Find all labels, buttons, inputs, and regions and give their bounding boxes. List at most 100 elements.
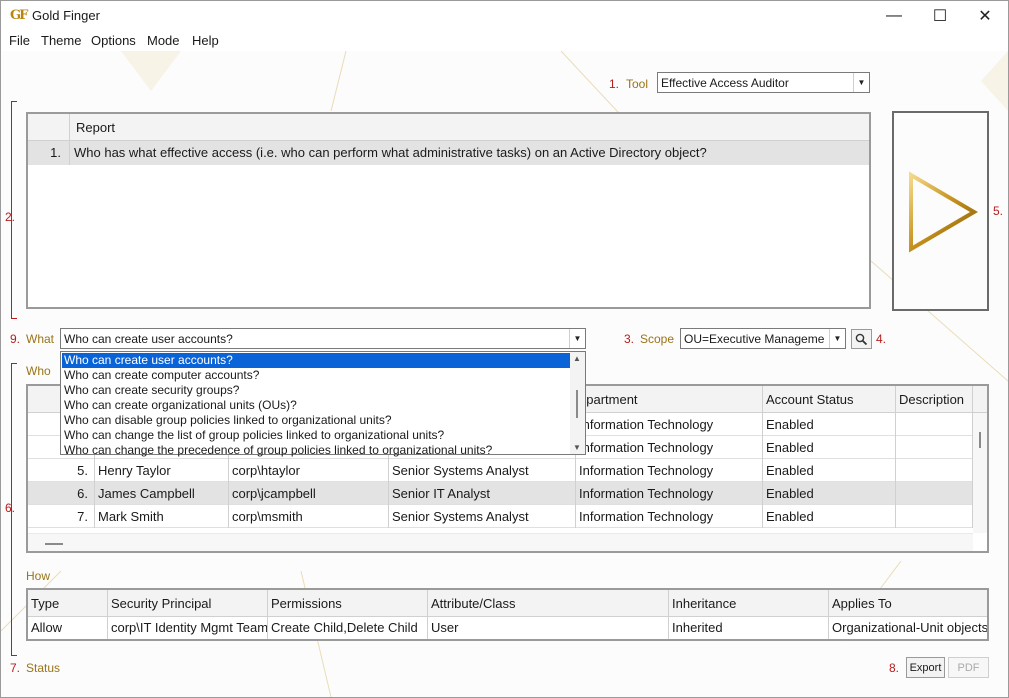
tool-select-value: Effective Access Auditor — [661, 76, 789, 90]
title-bar: GF Gold Finger — ☐ ✕ — [1, 1, 1008, 31]
step-7-number: 7. — [10, 661, 21, 675]
menu-help[interactable]: Help — [192, 33, 219, 48]
step-6-number: 6. — [5, 501, 16, 515]
how-header-permissions[interactable]: Permissions — [268, 590, 428, 617]
name-cell: Mark Smith — [95, 505, 229, 528]
scrollbar-thumb[interactable] — [979, 432, 981, 448]
step-3-number: 3. — [624, 332, 635, 346]
step-1-number: 1. — [609, 77, 620, 91]
scroll-down-icon[interactable]: ▼ — [573, 443, 581, 452]
status-label: Status — [26, 661, 61, 675]
how-header-applies-to[interactable]: Applies To — [829, 590, 987, 617]
department-cell: Information Technology — [576, 459, 763, 482]
what-option[interactable]: Who can change the list of group policie… — [62, 428, 570, 443]
who-header-account-status[interactable]: Account Status — [763, 386, 896, 413]
scope-select-value: OU=Executive Manageme — [684, 332, 825, 346]
who-label: Who — [26, 364, 51, 378]
report-grid-header: Report — [28, 114, 869, 141]
security-principal-cell: corp\IT Identity Mgmt Team — [108, 617, 268, 639]
what-option[interactable]: Who can create organizational units (OUs… — [62, 398, 570, 413]
who-header-department[interactable]: epartment — [576, 386, 763, 413]
description-cell — [896, 436, 973, 459]
department-cell: Information Technology — [576, 413, 763, 436]
search-icon — [855, 333, 868, 345]
row-number: 5. — [28, 459, 95, 482]
title-cell: Senior Systems Analyst — [389, 505, 576, 528]
export-button[interactable]: Export — [906, 657, 945, 678]
minimize-button[interactable]: — — [871, 1, 917, 31]
what-option[interactable]: Who can create computer accounts? — [62, 368, 570, 383]
status-cell: Enabled — [763, 413, 896, 436]
step-2-number: 2. — [5, 210, 16, 224]
what-option[interactable]: Who can disable group policies linked to… — [62, 413, 570, 428]
maximize-button[interactable]: ☐ — [917, 1, 963, 31]
app-logo-icon: GF — [10, 8, 28, 23]
description-cell — [896, 482, 973, 505]
how-header-security-principal[interactable]: Security Principal — [108, 590, 268, 617]
attribute-class-cell: User — [428, 617, 669, 639]
menu-mode[interactable]: Mode — [147, 33, 180, 48]
menu-options[interactable]: Options — [91, 33, 136, 48]
how-header-type[interactable]: Type — [28, 590, 108, 617]
dropdown-scrollbar[interactable]: ▲ ▼ — [570, 352, 585, 454]
description-cell — [896, 413, 973, 436]
how-header-inheritance[interactable]: Inheritance — [669, 590, 829, 617]
table-row[interactable]: 7. Mark Smith corp\msmith Senior Systems… — [28, 505, 973, 528]
how-grid: Type Security Principal Permissions Attr… — [26, 588, 989, 641]
department-cell: Information Technology — [576, 436, 763, 459]
what-option[interactable]: Who can create security groups? — [62, 383, 570, 398]
what-option[interactable]: Who can change the precedence of group p… — [62, 443, 570, 458]
scrollbar-thumb[interactable] — [45, 543, 63, 545]
login-cell: corp\msmith — [229, 505, 389, 528]
scope-select[interactable]: OU=Executive Manageme ▼ — [680, 328, 846, 349]
inheritance-cell: Inherited — [669, 617, 829, 639]
client-area: 1. Tool Effective Access Auditor ▼ 2. Re… — [1, 51, 1008, 697]
status-cell: Enabled — [763, 482, 896, 505]
who-vertical-scrollbar[interactable] — [973, 413, 987, 533]
report-row[interactable]: 1. Who has what effective access (i.e. w… — [28, 141, 869, 165]
menu-theme[interactable]: Theme — [41, 33, 81, 48]
table-row-selected[interactable]: 6. James Campbell corp\jcampbell Senior … — [28, 482, 973, 505]
menu-bar: File Theme Options Mode Help — [1, 31, 1008, 51]
chevron-down-icon: ▼ — [853, 73, 869, 92]
run-report-button[interactable] — [892, 111, 989, 311]
menu-file[interactable]: File — [9, 33, 30, 48]
status-cell: Enabled — [763, 436, 896, 459]
department-cell: Information Technology — [576, 505, 763, 528]
title-cell: Senior IT Analyst — [389, 482, 576, 505]
login-cell: corp\jcampbell — [229, 482, 389, 505]
what-option[interactable]: Who can create user accounts? — [62, 353, 570, 368]
report-row-header — [28, 114, 70, 141]
title-cell: Senior Systems Analyst — [389, 459, 576, 482]
row-number: 7. — [28, 505, 95, 528]
report-row-number: 1. — [28, 141, 70, 165]
tool-label: Tool — [626, 77, 649, 91]
scope-search-button[interactable] — [851, 329, 872, 349]
name-cell: James Campbell — [95, 482, 229, 505]
close-button[interactable]: ✕ — [962, 1, 1008, 31]
play-icon — [909, 171, 978, 253]
scrollbar-thumb[interactable] — [576, 390, 578, 418]
status-cell: Enabled — [763, 459, 896, 482]
tool-select[interactable]: Effective Access Auditor ▼ — [657, 72, 870, 93]
app-window: GF Gold Finger — ☐ ✕ File Theme Options … — [0, 0, 1009, 698]
step-8-number: 8. — [889, 661, 900, 675]
maximize-icon: ☐ — [932, 8, 948, 25]
how-header-attribute-class[interactable]: Attribute/Class — [428, 590, 669, 617]
what-select[interactable]: Who can create user accounts? ▼ — [60, 328, 586, 349]
scroll-up-icon[interactable]: ▲ — [573, 354, 581, 363]
type-cell: Allow — [28, 617, 108, 639]
permissions-cell: Create Child,Delete Child — [268, 617, 428, 639]
what-select-value: Who can create user accounts? — [64, 332, 233, 346]
chevron-down-icon: ▼ — [569, 329, 585, 348]
login-cell: corp\htaylor — [229, 459, 389, 482]
table-row[interactable]: 5. Henry Taylor corp\htaylor Senior Syst… — [28, 459, 973, 482]
step-4-number: 4. — [876, 332, 887, 346]
minimize-icon: — — [886, 7, 902, 24]
scope-label: Scope — [640, 332, 675, 346]
who-header-description[interactable]: Description — [896, 386, 973, 413]
report-grid: Report 1. Who has what effective access … — [26, 112, 871, 309]
who-horizontal-scrollbar[interactable] — [28, 533, 973, 551]
pdf-button[interactable]: PDF — [948, 657, 989, 678]
table-row[interactable]: Allow corp\IT Identity Mgmt Team Create … — [28, 617, 987, 639]
